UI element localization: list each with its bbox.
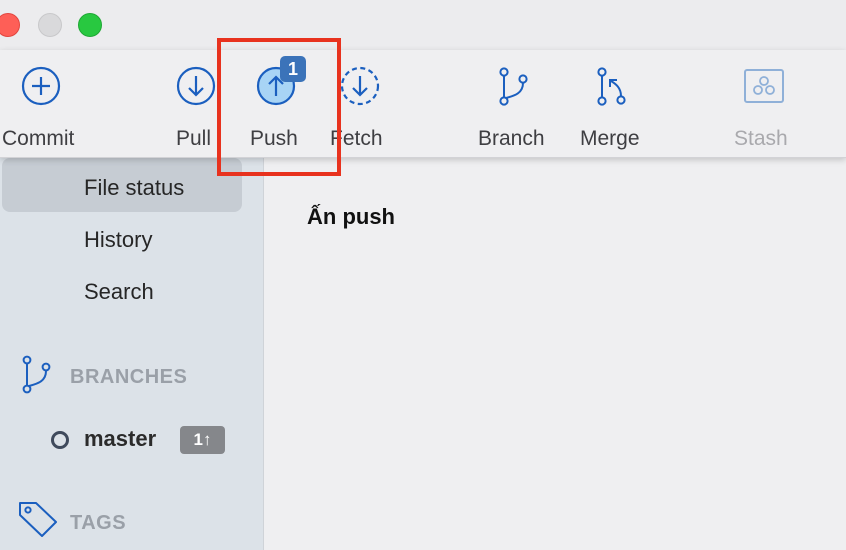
toolbar: Commit Pull Push Fetch Branch Merge Stas… <box>0 50 846 158</box>
current-branch-indicator <box>51 431 69 449</box>
sidebar-item-history[interactable]: History <box>84 227 152 253</box>
branch-icon <box>499 67 528 106</box>
branch-button[interactable]: Branch <box>476 50 556 158</box>
commit-button[interactable]: Commit <box>0 50 86 158</box>
branch-name-master[interactable]: master <box>84 426 156 452</box>
title-bar <box>0 0 846 50</box>
stash-label: Stash <box>734 127 788 150</box>
sidebar-item-search[interactable]: Search <box>84 279 154 305</box>
main-content: Ấn push <box>265 158 846 550</box>
merge-button[interactable]: Merge <box>578 50 650 158</box>
branch-ahead-badge: 1↑ <box>180 426 225 454</box>
tags-section-title[interactable]: TAGS <box>70 512 126 535</box>
pull-arrow-down-icon <box>176 66 216 106</box>
tag-icon <box>19 502 57 537</box>
branches-icon <box>22 355 51 394</box>
instruction-caption: Ấn push <box>307 204 395 229</box>
merge-label: Merge <box>580 127 640 150</box>
fetch-dashed-arrow-icon <box>340 66 380 106</box>
minimize-window-button[interactable] <box>38 13 62 37</box>
push-highlight-box <box>217 38 341 176</box>
sidebar: File status History Search BRANCHES mast… <box>0 158 264 550</box>
branch-label: Branch <box>478 127 545 150</box>
close-window-button[interactable] <box>0 13 20 37</box>
stash-button[interactable]: Stash <box>732 50 796 158</box>
branches-section-title[interactable]: BRANCHES <box>70 366 187 389</box>
maximize-window-button[interactable] <box>78 13 102 37</box>
commit-label: Commit <box>2 127 75 150</box>
commit-plus-icon <box>21 66 61 106</box>
stash-icon <box>744 69 784 103</box>
sidebar-item-file-status[interactable]: File status <box>84 175 184 201</box>
pull-label: Pull <box>176 127 212 150</box>
merge-icon <box>597 67 626 106</box>
